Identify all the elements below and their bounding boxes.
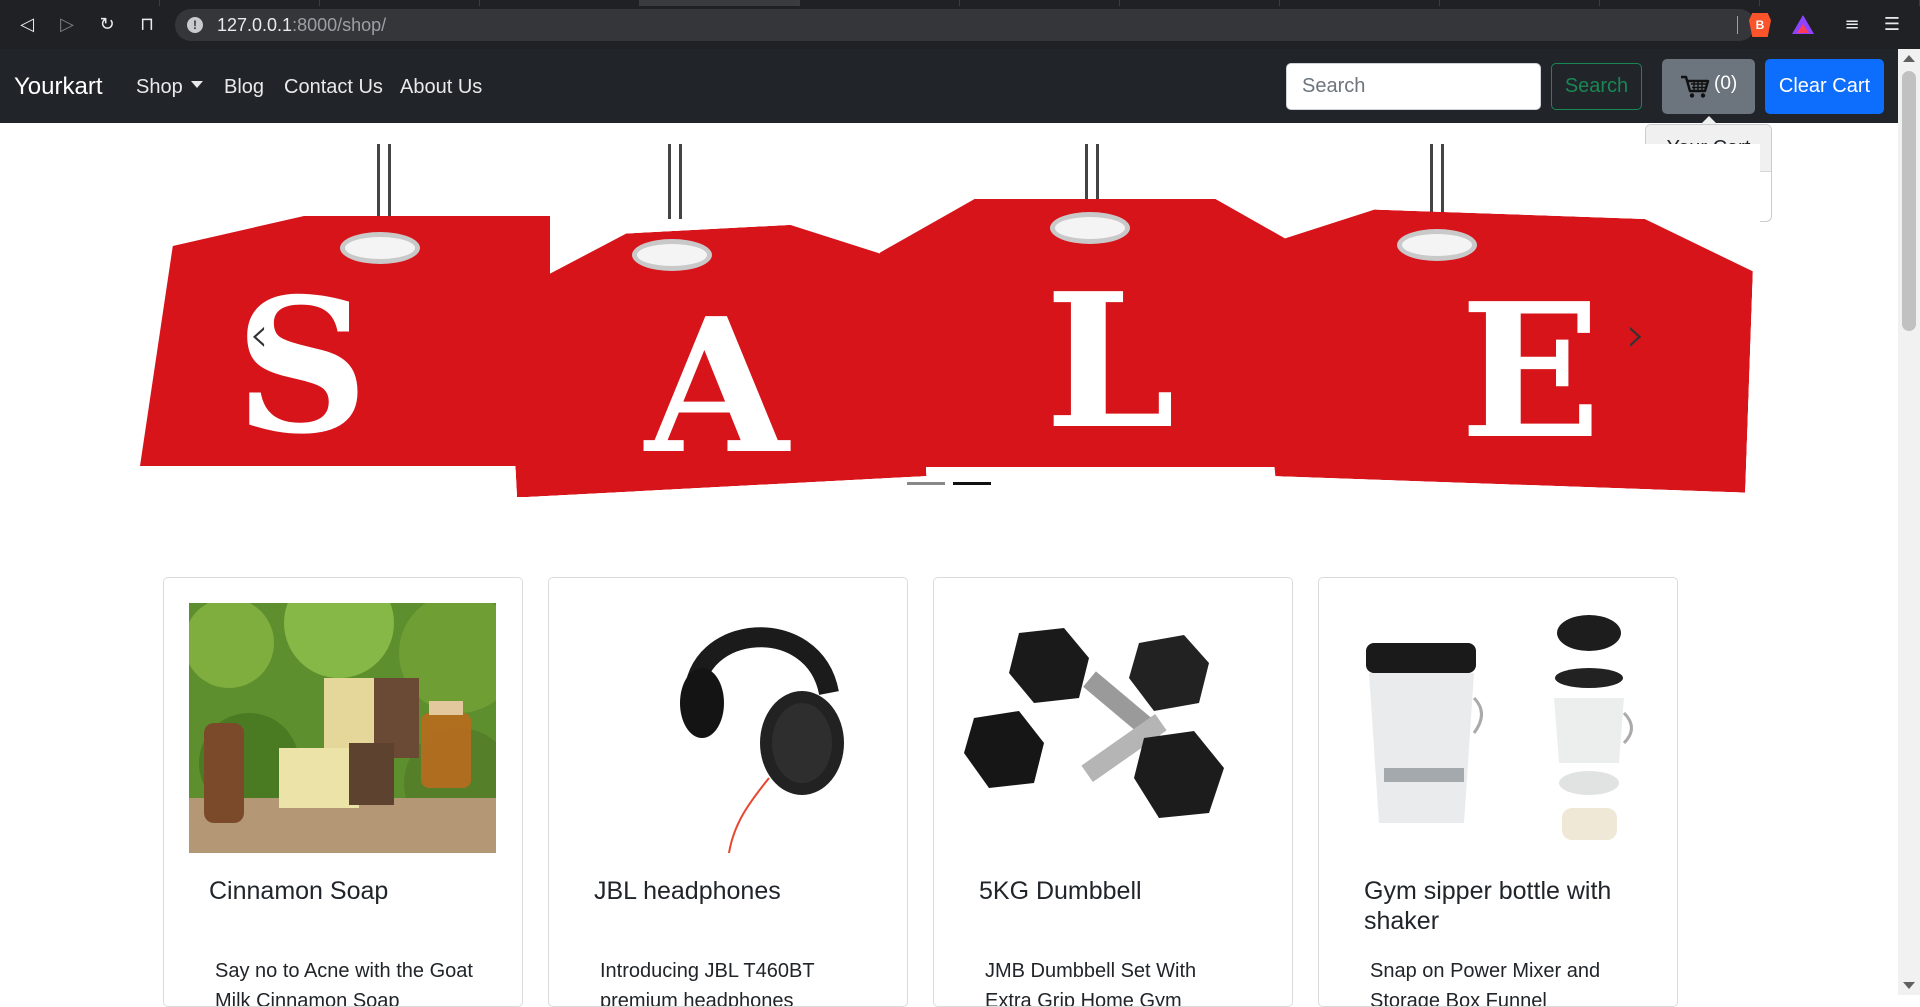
sale-letter-e: E bbox=[1460, 262, 1602, 480]
nav-shop-label: Shop bbox=[136, 76, 183, 98]
browser-tab[interactable] bbox=[800, 0, 960, 6]
brand-logo[interactable]: Yourkart bbox=[14, 73, 103, 101]
browser-tab[interactable] bbox=[1440, 0, 1600, 6]
reload-icon[interactable]: ↻ bbox=[95, 13, 119, 37]
playlist-icon[interactable]: ≡ bbox=[1840, 13, 1864, 37]
carousel-prev-icon[interactable]: ‹ bbox=[242, 307, 276, 363]
url-path: :8000/shop/ bbox=[292, 15, 387, 35]
forward-icon[interactable]: ▷ bbox=[55, 13, 79, 37]
brave-rewards-icon-inner bbox=[1797, 24, 1809, 33]
brave-shield-icon[interactable]: B bbox=[1749, 13, 1771, 37]
product-title: Cinnamon Soap bbox=[209, 877, 389, 905]
product-image-dumbbell bbox=[959, 603, 1266, 853]
sale-letter-l: L bbox=[1045, 252, 1176, 470]
nav-contact-us[interactable]: Contact Us bbox=[284, 76, 383, 99]
product-description: Say no to Acne with the Goat Milk Cinnam… bbox=[215, 960, 473, 1007]
sale-letter-a: A bbox=[645, 277, 789, 495]
scroll-thumb[interactable] bbox=[1902, 71, 1916, 331]
product-title: JBL headphones bbox=[594, 877, 781, 905]
product-card: Gym sipper bottle with shaker Snap on Po… bbox=[1318, 577, 1678, 1007]
product-description: JMB Dumbbell Set With Extra Grip Home Gy… bbox=[985, 960, 1197, 1007]
carousel-indicators bbox=[907, 482, 991, 485]
scroll-up-icon[interactable] bbox=[1903, 55, 1915, 62]
popover-arrow bbox=[1701, 116, 1717, 124]
product-card: Cinnamon Soap Say no to Acne with the Go… bbox=[163, 577, 523, 1007]
cart-icon bbox=[1681, 75, 1710, 98]
product-image-shaker bbox=[1344, 603, 1651, 853]
tag-hole bbox=[632, 239, 712, 271]
nav-about-us[interactable]: About Us bbox=[400, 76, 482, 99]
cart-button[interactable]: (0) bbox=[1662, 59, 1755, 114]
site-navbar: Yourkart Shop Blog Contact Us About Us S… bbox=[0, 49, 1898, 123]
page-scrollbar[interactable] bbox=[1898, 49, 1920, 995]
scroll-down-icon[interactable] bbox=[1903, 982, 1915, 989]
url-host: 127.0.0.1 bbox=[217, 15, 293, 35]
browser-toolbar: ◁ ▷ ↻ ⊓ ! 127.0.0.1:8000/shop/ B ≡ ☰ bbox=[0, 0, 1920, 49]
nav-shop-dropdown[interactable]: Shop bbox=[136, 76, 203, 99]
tag-string bbox=[377, 144, 391, 219]
browser-tab[interactable] bbox=[320, 0, 480, 6]
browser-tab-strip bbox=[0, 0, 1920, 6]
url-text: 127.0.0.1:8000/shop/ bbox=[217, 15, 386, 36]
clear-cart-button[interactable]: Clear Cart bbox=[1765, 59, 1884, 114]
product-title: Gym sipper bottle with shaker bbox=[1364, 877, 1612, 935]
browser-tab[interactable] bbox=[480, 0, 640, 6]
browser-tab[interactable] bbox=[160, 0, 320, 6]
product-title: 5KG Dumbbell bbox=[979, 877, 1142, 905]
browser-tab[interactable] bbox=[1280, 0, 1440, 6]
carousel-next-icon[interactable]: › bbox=[1619, 307, 1653, 363]
product-card: JBL headphones Introducing JBL T460BT pr… bbox=[548, 577, 908, 1007]
info-icon[interactable]: ! bbox=[187, 17, 203, 33]
menu-icon[interactable]: ☰ bbox=[1880, 13, 1904, 37]
toolbar-divider bbox=[1737, 16, 1738, 34]
product-card: 5KG Dumbbell JMB Dumbbell Set With Extra… bbox=[933, 577, 1293, 1007]
search-input[interactable] bbox=[1286, 63, 1541, 110]
tag-hole bbox=[1050, 212, 1130, 244]
bookmark-icon[interactable]: ⊓ bbox=[135, 13, 159, 37]
carousel-indicator[interactable] bbox=[907, 482, 945, 485]
browser-tab[interactable] bbox=[1760, 0, 1920, 6]
back-icon[interactable]: ◁ bbox=[15, 13, 39, 37]
sale-banner-carousel: S A L E ‹ › bbox=[140, 144, 1760, 497]
tag-hole bbox=[1397, 229, 1477, 261]
tag-string bbox=[1430, 144, 1444, 219]
product-image-headphones bbox=[574, 603, 881, 853]
browser-tab[interactable] bbox=[1600, 0, 1760, 6]
product-description: Snap on Power Mixer and Storage Box Funn… bbox=[1370, 960, 1601, 1007]
browser-tab[interactable] bbox=[0, 0, 160, 6]
tag-string bbox=[668, 144, 682, 219]
chevron-down-icon bbox=[190, 81, 203, 89]
cart-count: (0) bbox=[1714, 73, 1738, 94]
product-description: Introducing JBL T460BT premium headphone… bbox=[600, 960, 815, 1007]
browser-tab[interactable] bbox=[1120, 0, 1280, 6]
browser-tab-active[interactable] bbox=[640, 0, 800, 6]
sale-letter-s: S bbox=[235, 257, 369, 475]
address-bar[interactable]: ! 127.0.0.1:8000/shop/ bbox=[175, 9, 1755, 41]
nav-blog[interactable]: Blog bbox=[224, 76, 264, 99]
search-button[interactable]: Search bbox=[1551, 63, 1642, 110]
carousel-indicator-active[interactable] bbox=[953, 482, 991, 485]
browser-tab[interactable] bbox=[960, 0, 1120, 6]
product-image-soap bbox=[189, 603, 496, 853]
